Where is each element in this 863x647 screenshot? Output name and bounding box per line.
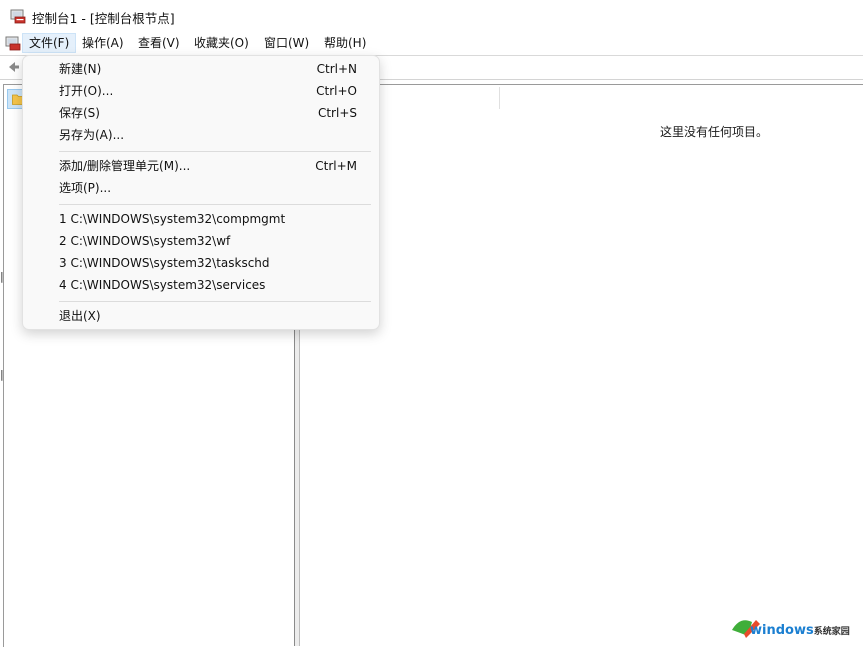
back-arrow-icon[interactable]: [5, 59, 21, 75]
watermark-text: windows系统家园: [750, 623, 850, 638]
menu-item-new[interactable]: 新建(N) Ctrl+N: [23, 58, 379, 80]
menu-action[interactable]: 操作(A): [76, 33, 130, 53]
menu-item-shortcut: Ctrl+S: [317, 106, 357, 120]
menu-item-label: 退出(X): [59, 309, 101, 323]
menu-help[interactable]: 帮助(H): [318, 33, 372, 53]
menu-item-label: 4 C:\WINDOWS\system32\services: [59, 278, 266, 292]
menu-item-shortcut: Ctrl+M: [315, 159, 357, 173]
title-bar: 控制台1 - [控制台根节点]: [0, 0, 863, 32]
menu-item-open[interactable]: 打开(O)... Ctrl+O: [23, 80, 379, 102]
menu-file[interactable]: 文件(F): [22, 33, 77, 53]
watermark: windows系统家园: [700, 586, 860, 644]
menu-item-label: 保存(S): [59, 106, 100, 120]
menu-item-recent-2[interactable]: 2 C:\WINDOWS\system32\wf: [23, 230, 379, 252]
empty-list-message: 这里没有任何项目。: [660, 125, 769, 139]
watermark-suffix: 系统家园: [813, 627, 850, 637]
menu-item-label: 2 C:\WINDOWS\system32\wf: [59, 234, 231, 248]
menu-item-label: 1 C:\WINDOWS\system32\compmgmt: [59, 212, 286, 226]
menu-item-shortcut: Ctrl+N: [316, 62, 357, 76]
menu-view[interactable]: 查看(V): [132, 33, 186, 53]
menu-item-label: 新建(N): [59, 62, 102, 76]
menu-item-save-as[interactable]: 另存为(A)...: [23, 124, 379, 146]
menu-favorites[interactable]: 收藏夹(O): [188, 33, 255, 53]
menu-window[interactable]: 窗口(W): [258, 33, 315, 53]
system-menu-icon[interactable]: [5, 35, 21, 51]
menu-item-add-remove-snapin[interactable]: 添加/删除管理单元(M)... Ctrl+M: [23, 155, 379, 177]
menu-item-label: 选项(P)...: [59, 181, 112, 195]
menu-separator: [59, 204, 371, 205]
edge-fragment: |: [0, 368, 4, 381]
menu-bar: 文件(F) 操作(A) 查看(V) 收藏夹(O) 窗口(W) 帮助(H): [0, 32, 863, 54]
results-pane[interactable]: 这里没有任何项目。: [300, 84, 863, 647]
menu-item-recent-3[interactable]: 3 C:\WINDOWS\system32\taskschd: [23, 252, 379, 274]
menu-item-label: 打开(O)...: [59, 84, 114, 98]
menu-item-recent-4[interactable]: 4 C:\WINDOWS\system32\services: [23, 274, 379, 296]
menu-item-save[interactable]: 保存(S) Ctrl+S: [23, 102, 379, 124]
menu-separator: [59, 301, 371, 302]
menu-separator: [59, 151, 371, 152]
list-column-header[interactable]: [300, 85, 863, 111]
menu-item-options[interactable]: 选项(P)...: [23, 177, 379, 199]
window-title: 控制台1 - [控制台根节点]: [32, 11, 175, 26]
menu-item-label: 3 C:\WINDOWS\system32\taskschd: [59, 256, 270, 270]
mmc-console-icon: [10, 9, 26, 24]
edge-fragment: |: [0, 270, 4, 283]
watermark-brand: windows: [750, 623, 814, 638]
menu-item-label: 另存为(A)...: [59, 128, 125, 142]
menu-item-recent-1[interactable]: 1 C:\WINDOWS\system32\compmgmt: [23, 208, 379, 230]
column-separator[interactable]: [499, 87, 500, 109]
menu-item-exit[interactable]: 退出(X): [23, 305, 379, 327]
menu-item-label: 添加/删除管理单元(M)...: [59, 159, 191, 173]
file-menu-dropdown: 新建(N) Ctrl+N 打开(O)... Ctrl+O 保存(S) Ctrl+…: [22, 55, 380, 330]
menu-item-shortcut: Ctrl+O: [316, 84, 357, 98]
